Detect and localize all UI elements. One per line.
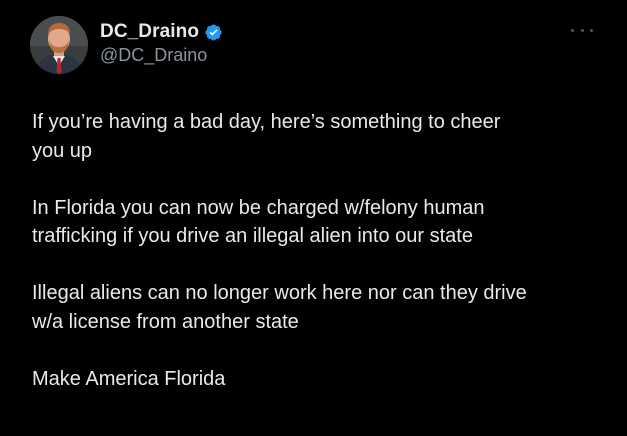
more-options-icon[interactable] <box>571 26 593 34</box>
name-row: DC_Draino <box>100 20 223 44</box>
tweet-paragraph-2: In Florida you can now be charged w/felo… <box>32 196 485 248</box>
more-dot <box>580 28 584 32</box>
avatar-image <box>30 16 88 74</box>
verified-badge-icon <box>204 23 223 42</box>
avatar[interactable] <box>30 16 88 74</box>
more-dot <box>590 28 593 32</box>
tweet-paragraph-4: Make America Florida <box>32 367 226 390</box>
tweet-text: If you’re having a bad day, here’s somet… <box>32 108 607 393</box>
author-info: DC_Draino @DC_Draino <box>100 20 223 66</box>
tweet-header: DC_Draino @DC_Draino <box>30 16 223 74</box>
tweet-paragraph-1: If you’re having a bad day, here’s somet… <box>32 111 501 162</box>
tweet-card: DC_Draino @DC_Draino If you’re having a … <box>0 0 627 436</box>
tweet-paragraph-3: Illegal aliens can no longer work here n… <box>32 282 527 333</box>
author-display-name[interactable]: DC_Draino <box>100 21 199 43</box>
more-dot <box>571 28 574 32</box>
author-handle[interactable]: @DC_Draino <box>100 45 223 66</box>
